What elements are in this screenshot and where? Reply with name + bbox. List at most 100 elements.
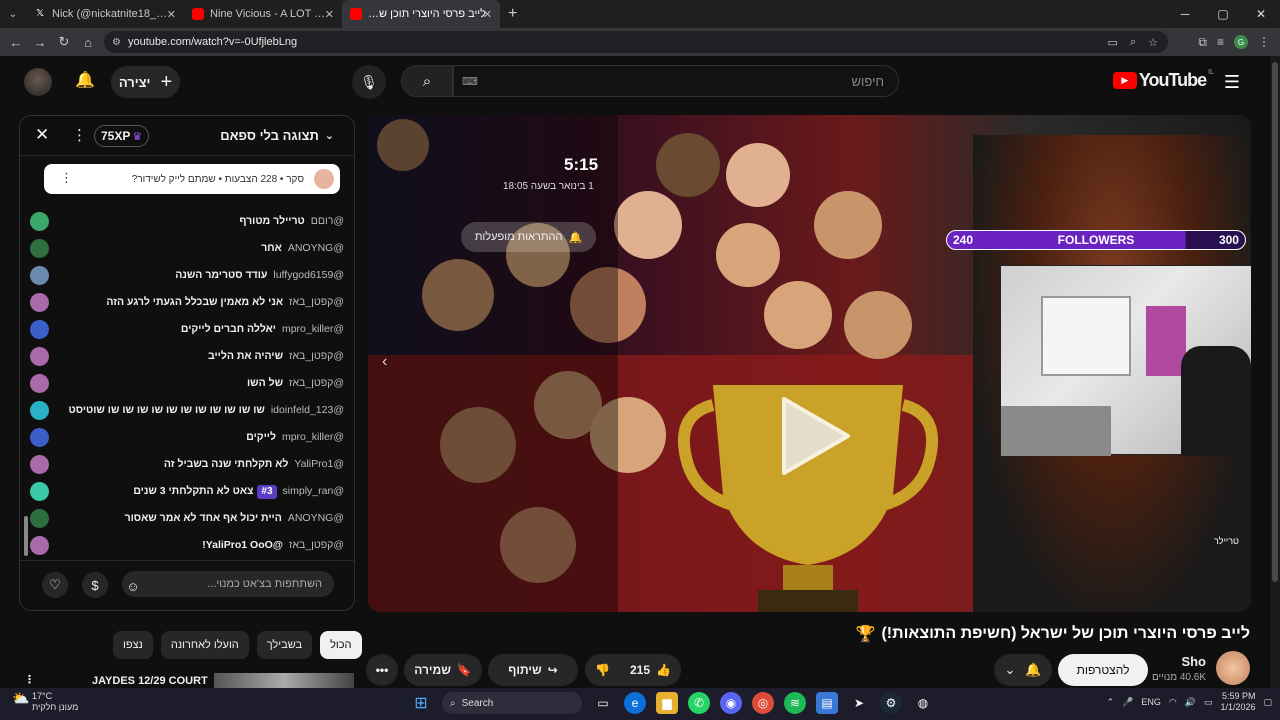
zoom-icon[interactable]: ⌕ bbox=[1130, 36, 1136, 49]
chat-author[interactable]: @luffygod6159 bbox=[273, 269, 344, 281]
related-more-icon[interactable]: ⋮ bbox=[24, 673, 35, 686]
save-button[interactable]: שמירה 🔖 bbox=[404, 654, 482, 686]
chat-message[interactable]: @קפטן_באז של השו bbox=[20, 370, 354, 397]
bookmark-star-icon[interactable]: ☆ bbox=[1148, 36, 1158, 49]
media-control-icon[interactable]: ≡ bbox=[1217, 35, 1224, 49]
tray-chevron-up-icon[interactable]: ⌃ bbox=[1107, 697, 1115, 708]
tab-youtube-music[interactable]: Nine Vicious - A LOT (Official M ✕ bbox=[184, 0, 342, 28]
site-info-icon[interactable]: ⚙ bbox=[112, 37, 121, 48]
super-chat-icon[interactable]: $ bbox=[82, 572, 108, 598]
chat-author[interactable]: @mpro_killer bbox=[282, 431, 344, 443]
notifications-bell-icon[interactable]: 🔔 bbox=[75, 70, 95, 90]
pinned-more-icon[interactable]: ⋮ bbox=[60, 170, 73, 186]
discord-icon[interactable]: ◉ bbox=[720, 692, 742, 714]
taskbar-clock[interactable]: 5:59 PM 1/1/2026 bbox=[1220, 691, 1255, 713]
emoji-icon[interactable]: ☺ bbox=[120, 573, 146, 599]
close-tab-icon[interactable]: ✕ bbox=[483, 8, 492, 21]
chat-message[interactable]: @luffygod6159 עודד סטרימר השנה bbox=[20, 262, 354, 289]
chat-author[interactable]: @קפטן_באז bbox=[289, 377, 344, 389]
chip-recently-uploaded[interactable]: הועלו לאחרונה bbox=[160, 631, 249, 659]
input-language[interactable]: ENG bbox=[1141, 697, 1161, 707]
notifications-on-button[interactable]: ההתראות מופעלות 🔔 bbox=[461, 222, 596, 252]
scrollbar-thumb[interactable] bbox=[1272, 62, 1278, 582]
edge-icon[interactable]: e bbox=[624, 692, 646, 714]
notepad-icon[interactable]: ▤ bbox=[816, 692, 838, 714]
subscription-bell-button[interactable]: ⌄ 🔔 bbox=[994, 654, 1052, 686]
chat-author[interactable]: @קפטן_באז bbox=[289, 539, 344, 551]
terminal-icon[interactable]: ➤ bbox=[848, 692, 870, 714]
whatsapp-icon[interactable]: ✆ bbox=[688, 692, 710, 714]
avatar[interactable] bbox=[30, 401, 49, 420]
chat-message[interactable]: @ANOYNG אחר bbox=[20, 235, 354, 262]
avatar[interactable] bbox=[30, 239, 49, 258]
chat-message[interactable]: @קפטן_באז @YaliPro1 OoO! bbox=[20, 532, 354, 559]
video-player[interactable]: 5:15 1 בינואר בשעה 18:05 ההתראות מופעלות… bbox=[368, 115, 1251, 612]
chat-message[interactable]: @mpro_killer לייקים bbox=[20, 424, 354, 451]
like-icon[interactable]: 👍 bbox=[656, 663, 671, 677]
avatar[interactable] bbox=[30, 428, 49, 447]
chat-message[interactable]: @רוםם טריילר מטורף bbox=[20, 208, 354, 235]
play-button-icon[interactable] bbox=[778, 395, 852, 477]
chat-author[interactable]: @רוםם bbox=[311, 215, 344, 227]
minimize-icon[interactable]: ─ bbox=[1166, 7, 1204, 21]
forward-icon[interactable]: → bbox=[28, 35, 52, 50]
pinned-poll[interactable]: ⋮ סקר • 228 הצבעות • שמתם לייק לשידור? bbox=[44, 164, 340, 194]
more-actions-button[interactable]: ••• bbox=[366, 654, 398, 686]
chip-watched[interactable]: נצפו bbox=[113, 631, 153, 659]
page-scrollbar[interactable] bbox=[1270, 56, 1280, 688]
chat-message[interactable]: @simply_ran #3צאט לא התקלחתי 3 שנים bbox=[20, 478, 354, 505]
cast-icon[interactable]: ▭ bbox=[1108, 36, 1118, 49]
chat-mode-selector[interactable]: תצוגה בלי ספאם ⌄ bbox=[220, 128, 334, 143]
chat-scrollbar[interactable] bbox=[24, 516, 28, 556]
like-count[interactable]: 215 bbox=[630, 663, 650, 677]
chat-author[interactable]: @ANOYNG bbox=[288, 242, 344, 254]
tab-youtube-live[interactable]: לייב פרסי היוצרי תוכן של ישראל ✕ bbox=[342, 0, 500, 28]
keyboard-icon[interactable]: ⌨ bbox=[462, 75, 478, 88]
chat-message[interactable]: @ANOYNG היית יכול אף אחד לא אמר שאסור bbox=[20, 505, 354, 532]
windows-start-icon[interactable]: ⊞ bbox=[410, 692, 432, 714]
tray-mic-icon[interactable]: 🎤 bbox=[1122, 697, 1133, 708]
voice-search-button[interactable]: 🎙 bbox=[352, 65, 386, 99]
weather-widget[interactable]: ⛅ 17°C מעונן חלקית bbox=[12, 691, 78, 713]
chat-author[interactable]: @קפטן_באז bbox=[289, 350, 344, 362]
url-field[interactable]: ⚙ youtube.com/watch?v=-0UfjlebLng ▭ ⌕ ☆ bbox=[104, 31, 1168, 53]
chat-author[interactable]: @קפטן_באז bbox=[289, 296, 344, 308]
chrome-icon[interactable]: ◎ bbox=[752, 692, 774, 714]
search-button[interactable]: ⌕ bbox=[401, 65, 453, 97]
tab-search-icon[interactable]: ⌄ bbox=[0, 9, 26, 20]
account-avatar[interactable] bbox=[24, 68, 52, 96]
new-tab-button[interactable]: + bbox=[508, 5, 517, 23]
notification-center-icon[interactable]: ▢ bbox=[1263, 697, 1272, 708]
avatar[interactable] bbox=[30, 266, 49, 285]
home-icon[interactable]: ⌂ bbox=[76, 35, 100, 50]
share-button[interactable]: שיתוף ↪ bbox=[488, 654, 578, 686]
chat-author[interactable]: @idoinfeld_123 bbox=[271, 404, 344, 416]
hamburger-menu-icon[interactable]: ☰ bbox=[1224, 72, 1240, 93]
obs-icon[interactable]: ◍ bbox=[912, 692, 934, 714]
chat-message[interactable]: @קפטן_באז שיהיה את הלייב bbox=[20, 343, 354, 370]
xp-badge[interactable]: 75XP ♛ bbox=[94, 125, 150, 147]
avatar[interactable] bbox=[30, 293, 49, 312]
wifi-icon[interactable]: ◠ bbox=[1169, 697, 1177, 708]
chat-more-icon[interactable]: ⋮ bbox=[72, 126, 87, 144]
reload-icon[interactable]: ↻ bbox=[52, 34, 76, 50]
avatar[interactable] bbox=[30, 374, 49, 393]
channel-avatar[interactable] bbox=[1216, 651, 1250, 685]
browser-menu-icon[interactable]: ⋮ bbox=[1258, 35, 1270, 49]
create-button[interactable]: יצירה + bbox=[111, 66, 180, 98]
chat-author[interactable]: @simply_ran bbox=[283, 485, 344, 497]
avatar[interactable] bbox=[30, 482, 49, 501]
search-input[interactable]: ⌨ חיפוש bbox=[453, 65, 899, 97]
heart-icon[interactable]: ♡ bbox=[42, 572, 68, 598]
chat-author[interactable]: @ANOYNG bbox=[288, 512, 344, 524]
channel-name[interactable]: Sho bbox=[1181, 654, 1206, 669]
avatar[interactable] bbox=[30, 347, 49, 366]
chip-all[interactable]: הכול bbox=[320, 631, 362, 659]
back-icon[interactable]: ← bbox=[4, 35, 28, 50]
join-button[interactable]: להצטרפות bbox=[1058, 654, 1148, 686]
avatar[interactable] bbox=[30, 320, 49, 339]
avatar[interactable] bbox=[30, 455, 49, 474]
chat-message[interactable]: @YaliPro1 לא תקלחתי שנה בשביל זה bbox=[20, 451, 354, 478]
close-window-icon[interactable]: ✕ bbox=[1242, 7, 1280, 21]
chip-for-you[interactable]: בשבילך bbox=[256, 631, 313, 659]
